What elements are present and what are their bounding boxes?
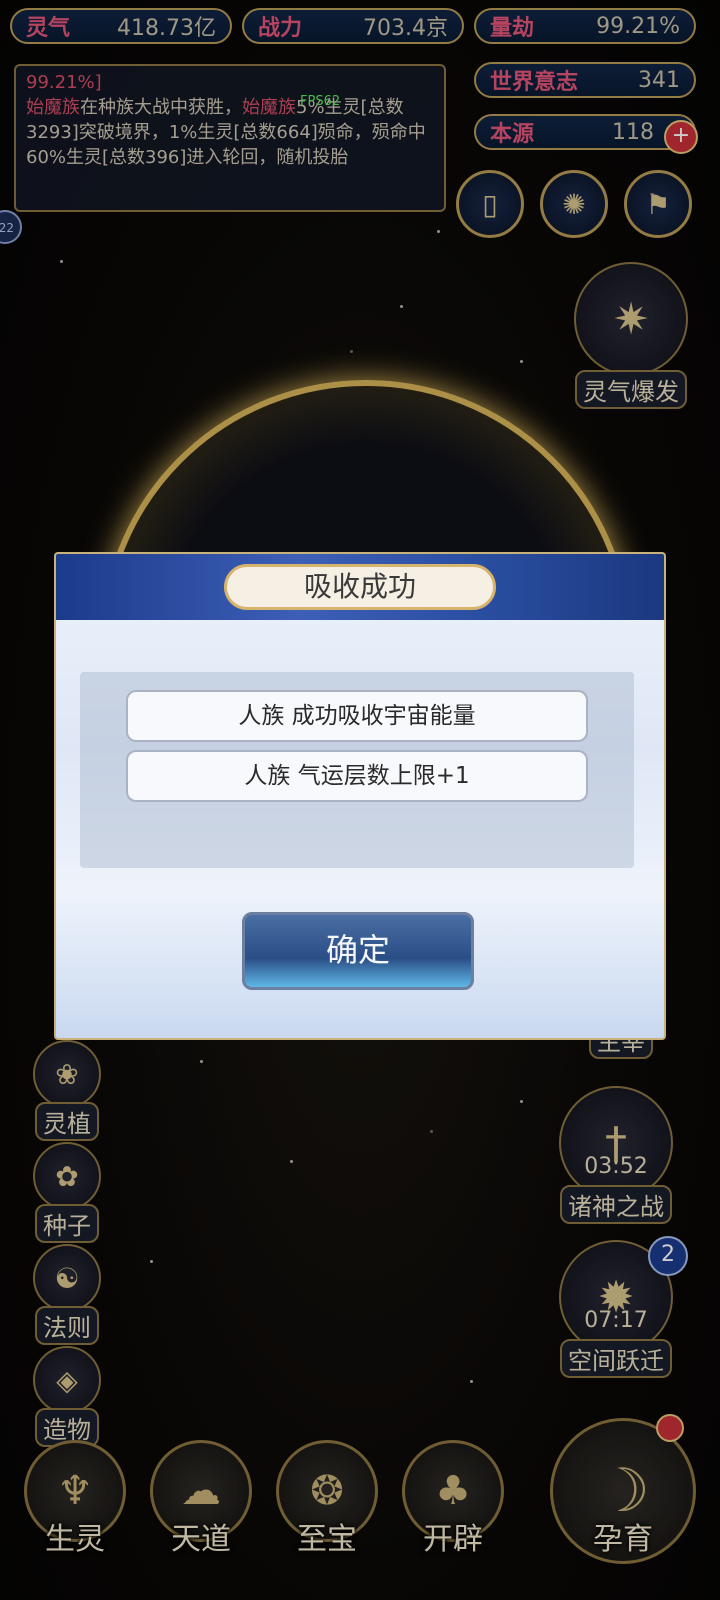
message-line: 人族 气运层数上限+1 [126,750,588,802]
absorb-success-dialog: 吸收成功 人族 成功吸收宇宙能量 人族 气运层数上限+1 确定 [54,552,666,1040]
message-line: 人族 成功吸收宇宙能量 [126,690,588,742]
dialog-title: 吸收成功 [224,564,496,610]
message-panel: 人族 成功吸收宇宙能量 人族 气运层数上限+1 [80,672,634,868]
confirm-button[interactable]: 确定 [242,912,474,990]
